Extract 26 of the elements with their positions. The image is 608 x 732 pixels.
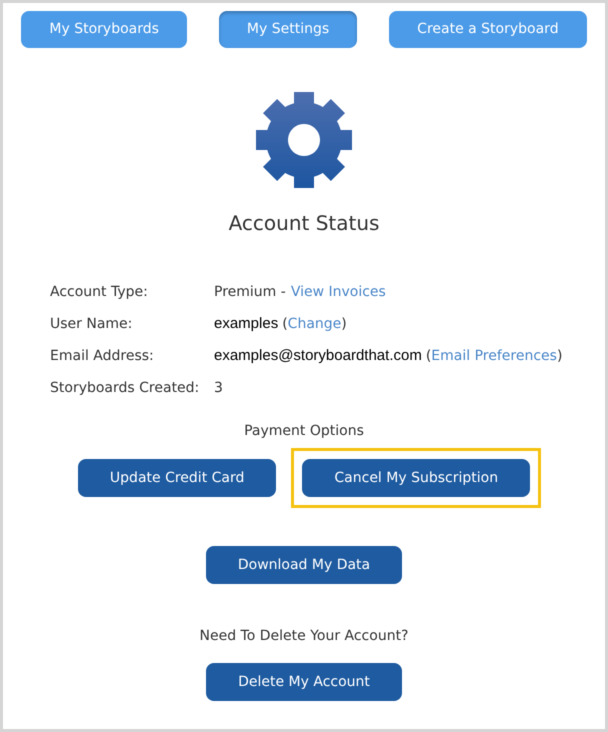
detail-link[interactable]: Change [288,314,342,335]
paren-text: ( [282,315,288,334]
payment-button[interactable]: Update Credit Card [78,459,276,497]
detail-value: Premium - [214,283,286,302]
nav-tab[interactable]: My Settings [218,11,358,48]
paren-text: ) [341,315,347,334]
nav-tab[interactable]: My Storyboards [21,11,187,48]
paren-text: ( [426,347,432,366]
page-title: Account Status [228,210,380,237]
detail-value: examples@storyboardthat.com [214,346,422,366]
detail-label: Email Address: [50,347,155,366]
section-heading: Payment Options [244,422,364,441]
download-button[interactable]: Download My Data [206,546,402,584]
detail-link[interactable]: Email Preferences [431,346,557,367]
detail-label: User Name: [50,315,134,334]
nav-tab[interactable]: Create a Storyboard [389,11,587,48]
gear-icon [256,92,352,188]
payment-button[interactable]: Cancel My Subscription [302,459,530,497]
section-heading: Need To Delete Your Account? [200,627,408,646]
detail-label: Account Type: [50,283,149,302]
invoices-link[interactable]: View Invoices [290,282,386,303]
paren-text: ) [556,347,562,366]
detail-label: Storyboards Created: [50,379,200,398]
detail-value: 3 [214,379,223,398]
delete-button[interactable]: Delete My Account [206,663,402,701]
detail-value: examples [214,314,278,334]
